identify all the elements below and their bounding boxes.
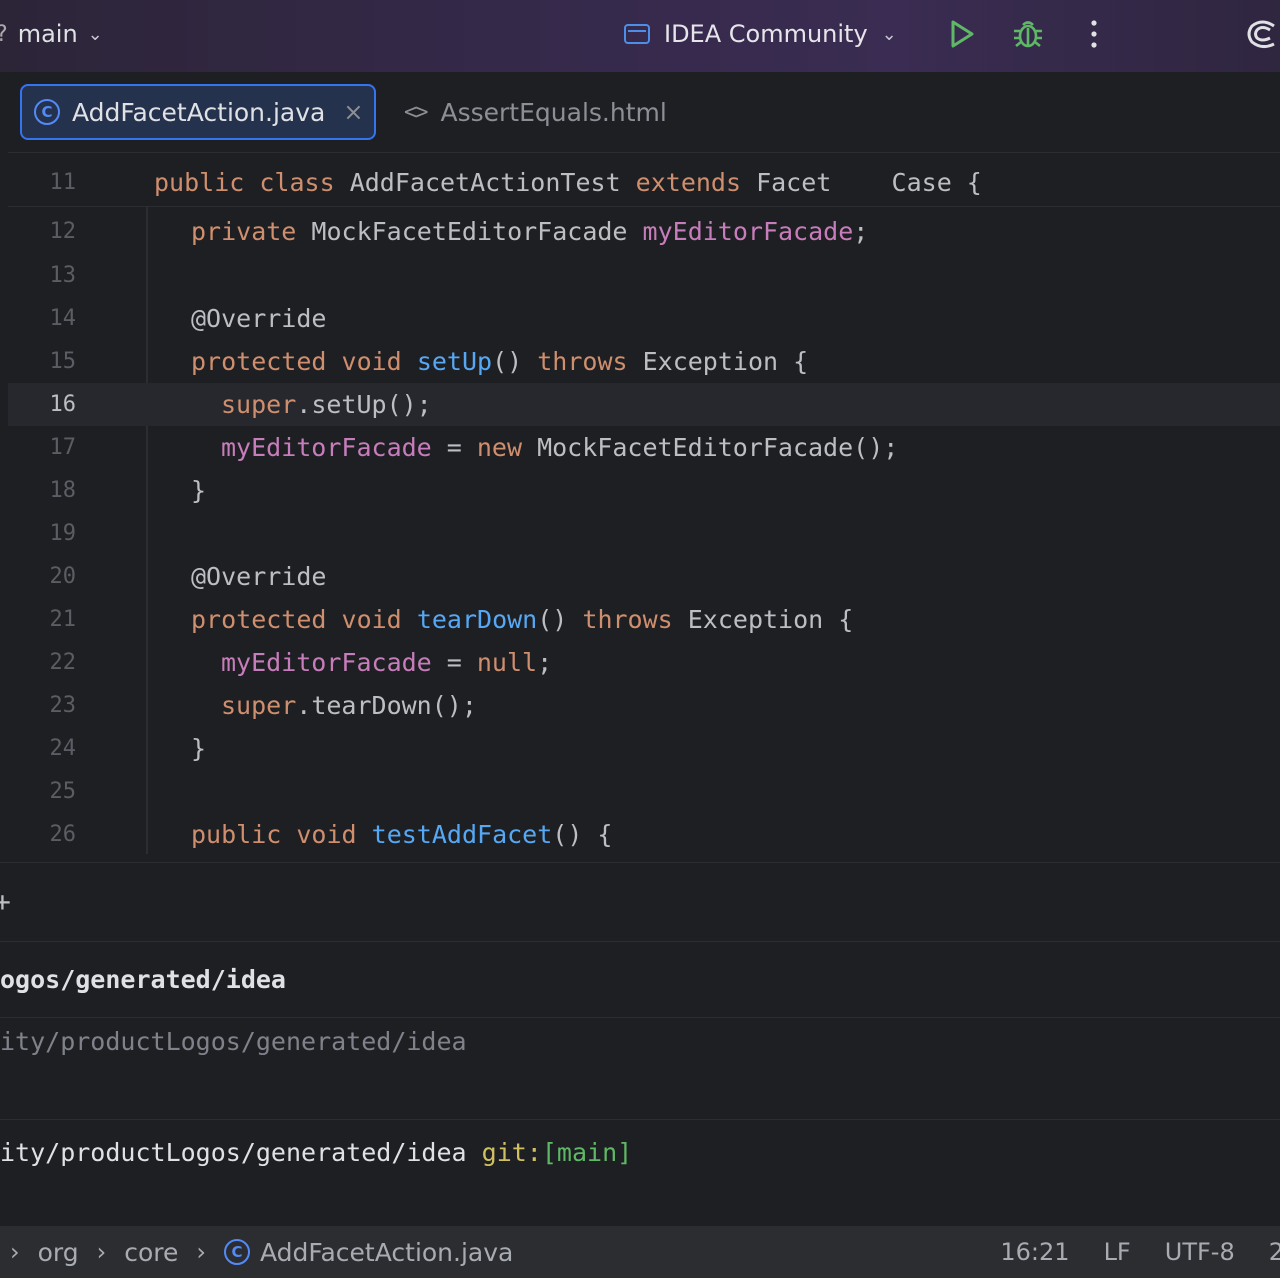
- close-icon[interactable]: ×: [343, 98, 363, 126]
- line-text: myEditorFacade = null;: [221, 648, 553, 677]
- tab-label: AssertEquals.html: [440, 97, 667, 127]
- line-number: 23: [49, 693, 77, 718]
- code-line[interactable]: 24 }: [8, 727, 1280, 770]
- code-line[interactable]: 12 private MockFacetEditorFacade myEdito…: [8, 210, 1280, 253]
- sticky-line[interactable]: 11 public class AddFacetActionTest exten…: [8, 158, 1280, 207]
- java-class-icon: C: [34, 99, 60, 125]
- chevron-right-icon: ›: [196, 1238, 206, 1266]
- editor-panel: C AddFacetAction.java × <> AssertEquals.…: [8, 72, 1280, 854]
- code-line[interactable]: 13: [8, 254, 1280, 297]
- new-terminal-tab-button[interactable]: +: [0, 885, 11, 918]
- more-actions-button[interactable]: [1080, 16, 1108, 52]
- line-text: private MockFacetEditorFacade myEditorFa…: [191, 217, 869, 246]
- line-number: 17: [49, 435, 77, 460]
- code-line[interactable]: 17 myEditorFacade = new MockFacetEditorF…: [8, 426, 1280, 469]
- terminal-output-line: ity/productLogos/generated/idea: [0, 1027, 467, 1056]
- more-vertical-icon: [1091, 20, 1097, 48]
- line-text: super.tearDown();: [221, 691, 477, 720]
- terminal-panel[interactable]: + ogos/generated/idea ity/productLogos/g…: [0, 862, 1280, 1225]
- tab-assertequals-html[interactable]: <> AssertEquals.html: [404, 84, 667, 140]
- line-number: 16: [49, 392, 77, 417]
- code-line[interactable]: 22 myEditorFacade = null;: [8, 641, 1280, 684]
- line-number: 19: [49, 521, 77, 546]
- title-bar: ? main ⌄ IDEA Community ⌄: [0, 0, 1280, 72]
- code-line[interactable]: 25: [8, 770, 1280, 813]
- divider: [0, 1017, 1280, 1018]
- line-number: 14: [49, 306, 77, 331]
- line-separator[interactable]: LF: [1104, 1238, 1131, 1266]
- indent-setting[interactable]: 2: [1269, 1238, 1280, 1266]
- line-number: 24: [49, 736, 77, 761]
- line-text: @Override: [191, 304, 327, 333]
- line-number: 22: [49, 650, 77, 675]
- status-bar: › org › core › C AddFacetAction.java 16:…: [0, 1226, 1280, 1278]
- run-config-label: IDEA Community: [664, 20, 868, 48]
- code-line[interactable]: 18 }: [8, 469, 1280, 512]
- line-text: @Override: [191, 562, 327, 591]
- ai-assistant-icon: [1247, 20, 1275, 49]
- line-text: protected void setUp() throws Exception …: [191, 347, 809, 376]
- chevron-down-icon: ⌄: [87, 23, 103, 45]
- code-line[interactable]: 15 protected void setUp() throws Excepti…: [8, 340, 1280, 383]
- branch-icon: ?: [0, 22, 8, 47]
- line-text: super.setUp();: [221, 390, 432, 419]
- divider: [0, 1119, 1280, 1120]
- line-number: 26: [49, 822, 77, 847]
- file-encoding[interactable]: UTF-8: [1165, 1238, 1235, 1266]
- breadcrumb-item[interactable]: AddFacetAction.java: [260, 1238, 513, 1267]
- line-text: myEditorFacade = new MockFacetEditorFaca…: [221, 433, 899, 462]
- ai-assistant-button[interactable]: [1244, 14, 1280, 54]
- line-number: 12: [49, 219, 77, 244]
- breadcrumb-item[interactable]: org: [38, 1238, 79, 1267]
- chevron-right-icon: ›: [10, 1238, 20, 1266]
- line-number: 15: [49, 349, 77, 374]
- line-number: 20: [49, 564, 77, 589]
- run-button[interactable]: [946, 18, 978, 50]
- caret-position[interactable]: 16:21: [1000, 1238, 1069, 1266]
- html-file-icon: <>: [404, 99, 428, 125]
- status-widgets: 16:21 LF UTF-8 2: [1000, 1226, 1280, 1278]
- line-number: 11: [49, 169, 77, 195]
- breadcrumb-item[interactable]: core: [124, 1238, 178, 1267]
- terminal-prompt-line: ity/productLogos/generated/idea git:[mai…: [0, 1138, 633, 1167]
- chevron-down-icon: ⌄: [881, 23, 897, 45]
- tab-addfacetaction-java[interactable]: C AddFacetAction.java ×: [20, 84, 376, 140]
- code-line[interactable]: 19: [8, 512, 1280, 555]
- tab-label: AddFacetAction.java: [72, 97, 326, 127]
- code-line[interactable]: 21 protected void tearDown() throws Exce…: [8, 598, 1280, 641]
- branch-widget[interactable]: ? main ⌄: [0, 14, 103, 54]
- run-configuration-selector[interactable]: IDEA Community ⌄: [624, 12, 897, 56]
- line-text: public void testAddFacet() {: [191, 820, 613, 849]
- line-text: protected void tearDown() throws Excepti…: [191, 605, 854, 634]
- code-area[interactable]: 11 public class AddFacetActionTest exten…: [8, 152, 1280, 854]
- line-number: 13: [49, 263, 77, 288]
- debug-button[interactable]: [1010, 16, 1046, 52]
- line-text: }: [191, 734, 207, 763]
- chevron-right-icon: ›: [96, 1238, 107, 1266]
- bug-icon: [1014, 21, 1042, 48]
- play-icon: [951, 20, 974, 48]
- java-class-icon: C: [224, 1239, 250, 1265]
- line-number: 25: [49, 779, 77, 804]
- editor-tabs: C AddFacetAction.java × <> AssertEquals.…: [8, 72, 1280, 153]
- code-line[interactable]: 26 public void testAddFacet() {: [8, 813, 1280, 854]
- breadcrumb: › org › core › C AddFacetAction.java: [10, 1226, 513, 1278]
- line-number: 21: [49, 607, 77, 632]
- branch-name: main: [17, 20, 78, 48]
- line-text: }: [191, 476, 207, 505]
- code-line-current[interactable]: 16 super.setUp();: [8, 383, 1280, 426]
- line-text: public class AddFacetActionTest extends …: [154, 167, 982, 197]
- code-line[interactable]: 23 super.tearDown();: [8, 684, 1280, 727]
- run-config-icon: [624, 24, 650, 44]
- code-line[interactable]: 14 @Override: [8, 297, 1280, 340]
- line-number: 18: [49, 478, 77, 503]
- code-line[interactable]: 20 @Override: [8, 555, 1280, 598]
- divider: [0, 941, 1280, 942]
- terminal-output-line: ogos/generated/idea: [0, 965, 286, 994]
